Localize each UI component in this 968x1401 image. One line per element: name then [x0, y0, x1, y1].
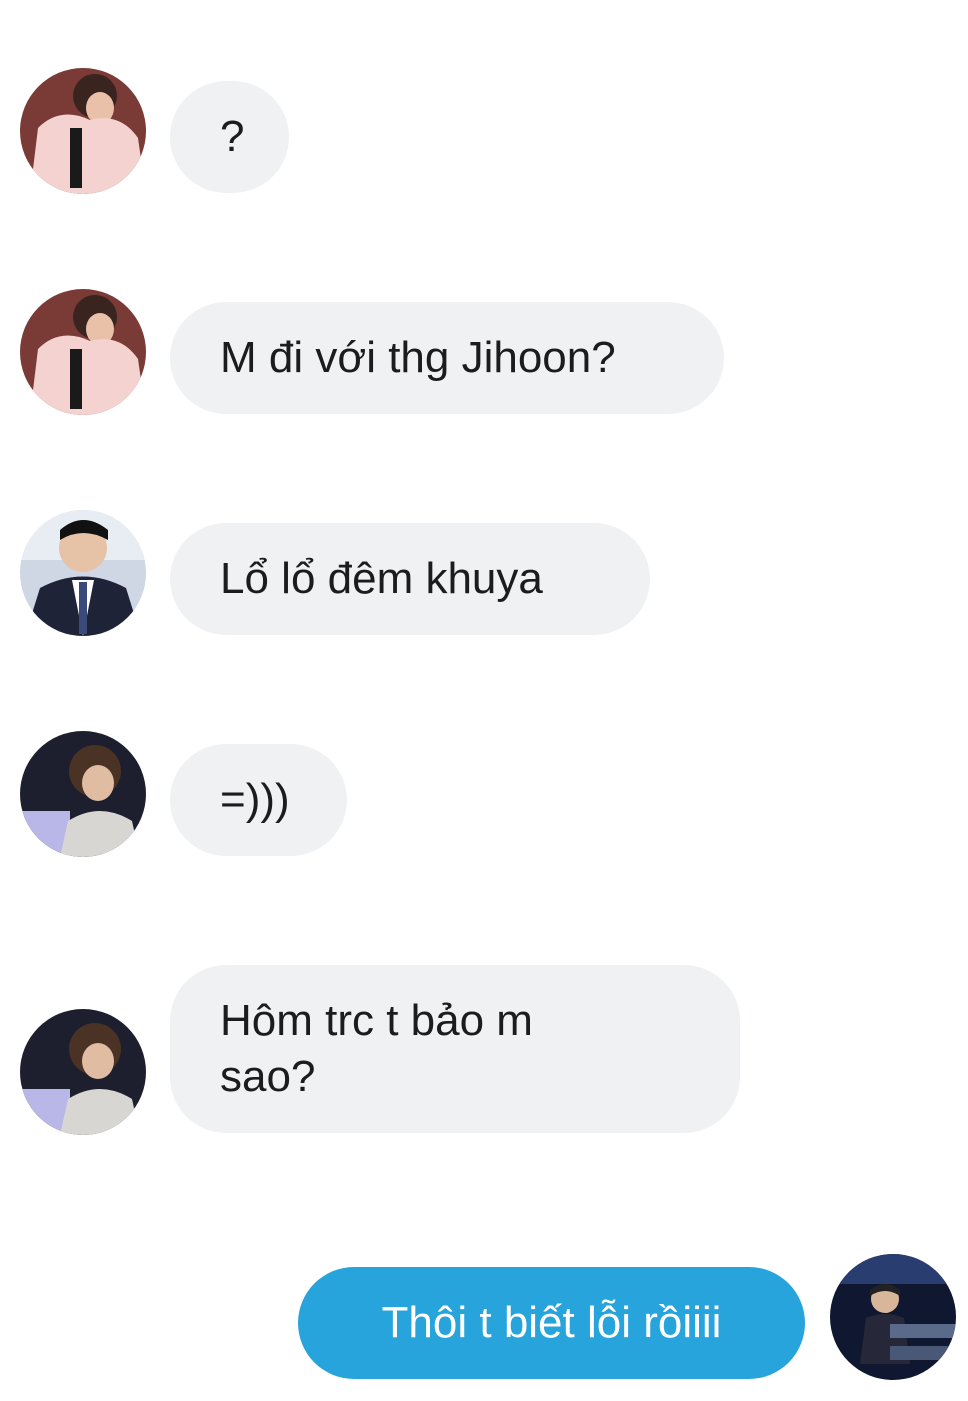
message-text: ? — [220, 112, 245, 161]
message-text: Thôi t biết lỗi rồiiii — [381, 1298, 722, 1347]
sender-avatar[interactable] — [20, 68, 146, 194]
message-bubble[interactable]: Lổ lổ đêm khuya — [170, 523, 650, 635]
message-text: M đi với thg Jihoon? — [220, 333, 616, 382]
sender-avatar[interactable] — [20, 731, 146, 857]
message-text: =))) — [220, 775, 290, 824]
message-bubble[interactable]: =))) — [170, 744, 347, 856]
avatar-stage-icon — [20, 731, 146, 857]
message-text: Lổ lổ đêm khuya — [220, 554, 543, 603]
message-bubble[interactable]: M đi với thg Jihoon? — [170, 302, 724, 414]
sender-avatar[interactable] — [20, 510, 146, 636]
avatar-keyboard-icon — [830, 1254, 956, 1380]
avatar-pink-jacket-icon — [20, 68, 146, 194]
message-bubble[interactable]: Hôm trc t bảo m sao? — [170, 965, 740, 1133]
sender-avatar[interactable] — [20, 1009, 146, 1135]
user-avatar[interactable] — [830, 1254, 956, 1380]
avatar-suit-icon — [20, 510, 146, 636]
message-bubble-outgoing[interactable]: Thôi t biết lỗi rồiiii — [298, 1267, 805, 1379]
message-text: Hôm trc t bảo m sao? — [220, 996, 533, 1101]
message-bubble[interactable]: ? — [170, 81, 289, 193]
avatar-pink-jacket-icon — [20, 289, 146, 415]
sender-avatar[interactable] — [20, 289, 146, 415]
avatar-stage-icon — [20, 1009, 146, 1135]
